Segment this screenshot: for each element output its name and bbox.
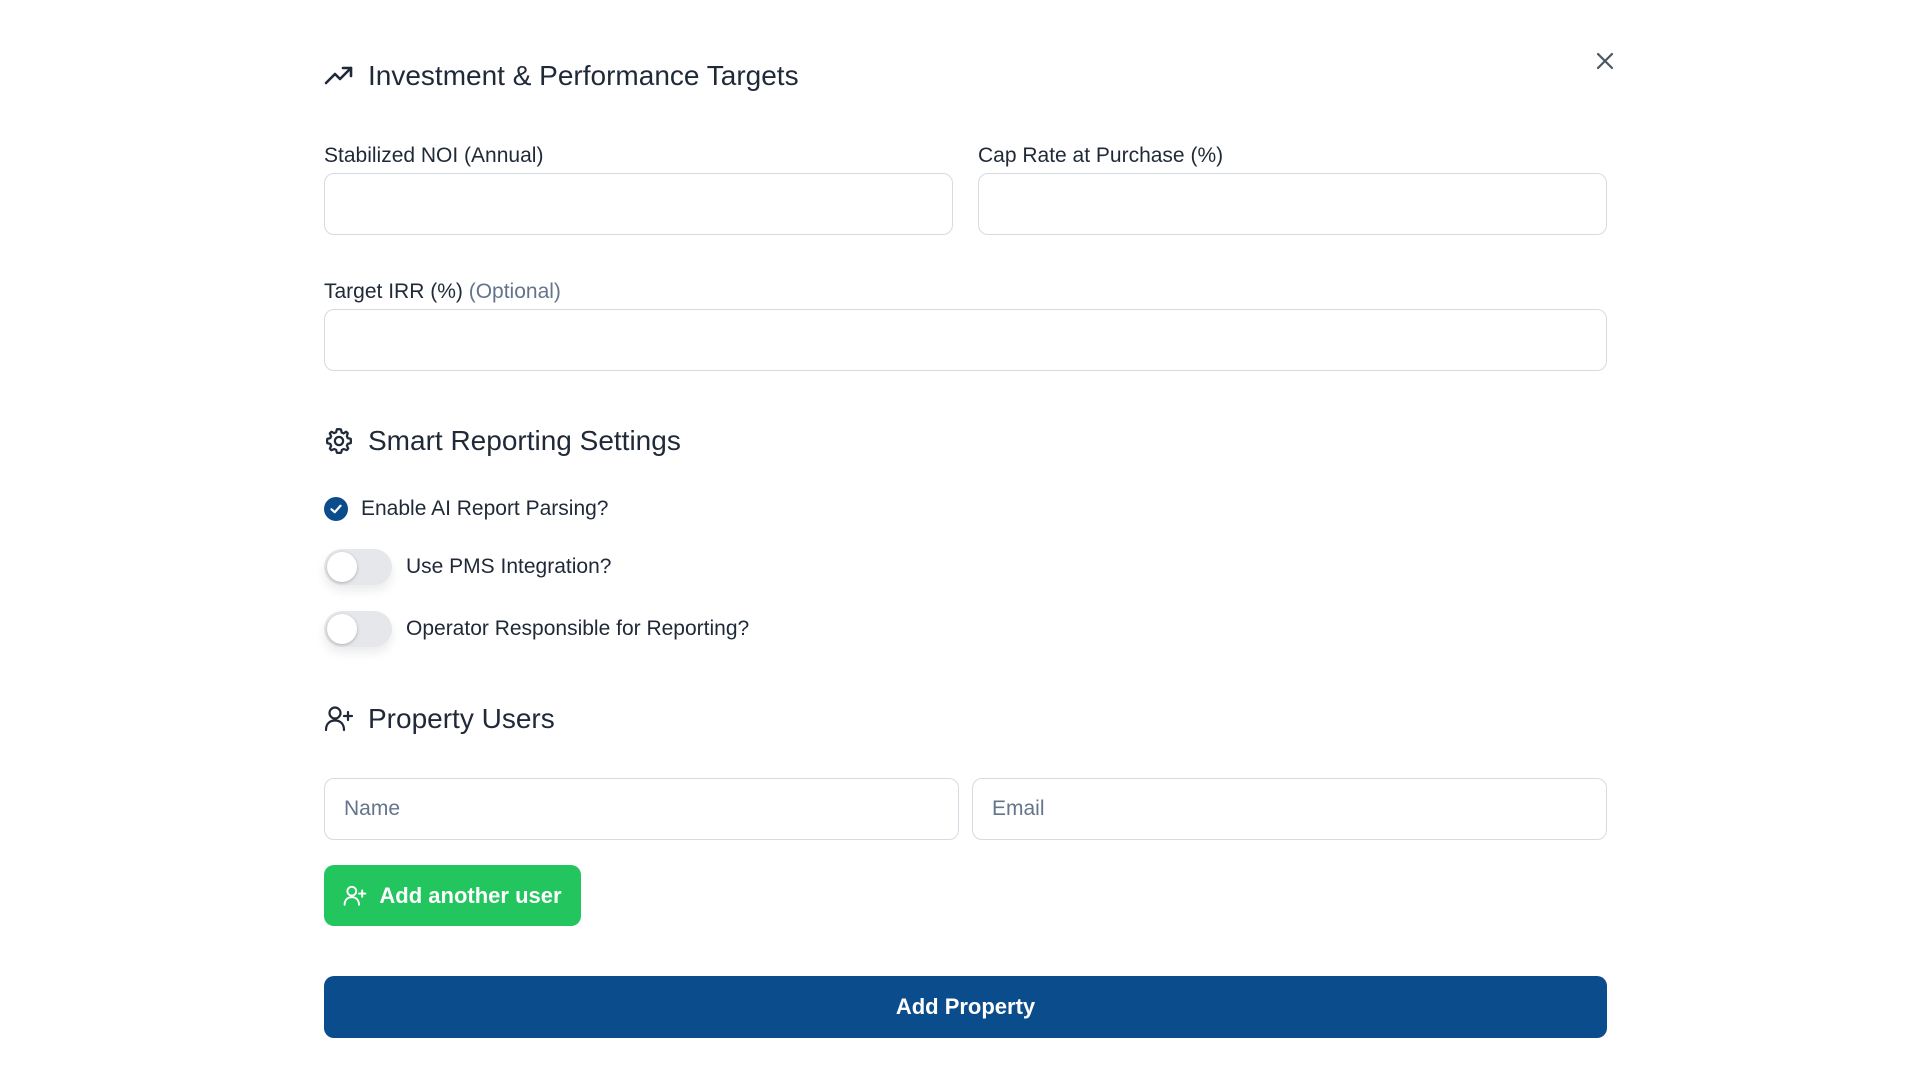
investment-section-header: Investment & Performance Targets <box>324 60 799 92</box>
reporting-section-title: Smart Reporting Settings <box>368 425 681 456</box>
gear-icon <box>324 426 354 456</box>
trending-up-icon <box>324 61 354 91</box>
check-icon <box>330 504 342 514</box>
operator-reporting-label: Operator Responsible for Reporting? <box>406 617 750 640</box>
user-plus-icon <box>344 885 367 906</box>
add-property-modal: Investment & Performance Targets Stabili… <box>0 0 1920 1080</box>
user-plus-icon <box>324 704 354 734</box>
close-button[interactable] <box>1592 48 1618 74</box>
cap-rate-label: Cap Rate at Purchase (%) <box>978 144 1224 167</box>
ai-parsing-checkbox[interactable] <box>324 497 348 521</box>
toggle-knob <box>327 614 357 644</box>
reporting-section-header: Smart Reporting Settings <box>324 425 681 457</box>
user-name-input[interactable] <box>324 778 959 840</box>
noi-label: Stabilized NOI (Annual) <box>324 144 544 167</box>
noi-input[interactable] <box>324 173 953 235</box>
users-section-header: Property Users <box>324 703 555 735</box>
close-icon <box>1596 52 1614 70</box>
pms-integration-label: Use PMS Integration? <box>406 555 612 578</box>
users-section-title: Property Users <box>368 703 555 734</box>
ai-parsing-label: Enable AI Report Parsing? <box>361 497 609 520</box>
irr-label: Target IRR (%) (Optional) <box>324 280 561 304</box>
irr-label-text: Target IRR (%) <box>324 280 463 303</box>
investment-section-title: Investment & Performance Targets <box>368 60 799 91</box>
operator-reporting-row: Operator Responsible for Reporting? <box>324 611 749 647</box>
irr-optional-text: (Optional) <box>468 280 561 303</box>
add-property-button[interactable]: Add Property <box>324 976 1607 1038</box>
toggle-knob <box>327 552 357 582</box>
pms-integration-row: Use PMS Integration? <box>324 549 611 585</box>
add-another-user-label: Add another user <box>379 882 562 908</box>
operator-reporting-toggle[interactable] <box>324 611 392 647</box>
irr-input[interactable] <box>324 309 1607 371</box>
ai-parsing-row: Enable AI Report Parsing? <box>324 497 609 521</box>
user-email-input[interactable] <box>972 778 1607 840</box>
pms-integration-toggle[interactable] <box>324 549 392 585</box>
add-another-user-button[interactable]: Add another user <box>324 865 581 926</box>
cap-rate-input[interactable] <box>978 173 1607 235</box>
